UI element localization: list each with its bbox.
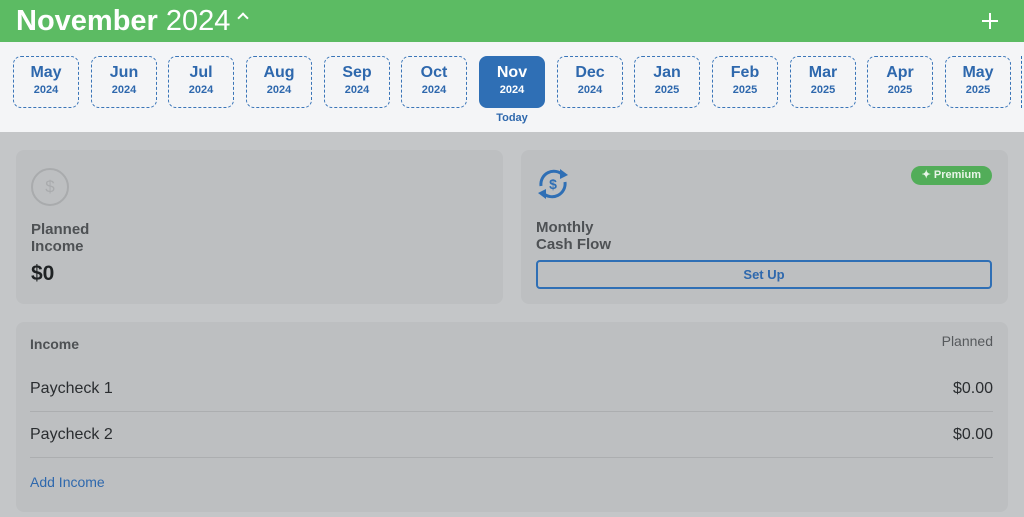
month-chip-name: Oct <box>420 64 448 81</box>
month-chip-mar-2025[interactable]: Mar 2025 <box>790 56 856 108</box>
month-chip-jul-2024[interactable]: Jul 2024 <box>168 56 234 108</box>
month-chip-year: 2024 <box>266 84 292 96</box>
month-chip-year: 2024 <box>421 84 447 96</box>
month-chip-year: 2024 <box>344 84 370 96</box>
month-chip-year: 2025 <box>810 84 836 96</box>
chevron-up-icon <box>237 12 250 24</box>
month-chip-year: 2024 <box>33 84 59 96</box>
month-chip-name: Jan <box>653 64 681 81</box>
cash-flow-label-line1: Monthly <box>536 219 594 236</box>
cash-flow-label-line2: Cash Flow <box>536 236 612 253</box>
month-chip-name: Mar <box>808 64 838 81</box>
premium-badge[interactable]: ✦ Premium <box>910 166 992 185</box>
month-chip-jun-2024[interactable]: Jun 2024 <box>91 56 157 108</box>
month-chip-name: May <box>30 64 62 81</box>
month-chip-jan-2025[interactable]: Jan 2025 <box>634 56 700 108</box>
today-label: Today <box>496 112 528 124</box>
month-chip-feb-2025[interactable]: Feb 2025 <box>712 56 778 108</box>
set-up-button[interactable]: Set Up <box>536 260 992 289</box>
month-chip-name: Sep <box>342 64 372 81</box>
planned-income-label-line1: Planned <box>31 221 90 238</box>
title-year: 2024 <box>165 5 231 37</box>
month-chip-partial-right[interactable] <box>1021 56 1023 108</box>
top-bar: November 2024 <box>0 0 1024 42</box>
title-month: November <box>16 5 158 37</box>
cash-flow-card: $ ✦ Premium Monthly Cash Flow Set Up <box>521 150 1008 304</box>
income-row-paycheck-2[interactable]: Paycheck 2 $0.00 <box>30 412 993 458</box>
dollar-circle-icon: $ <box>31 168 69 206</box>
month-selector: May 2024 Jun 2024 Jul 2024 Aug 2024 Sep … <box>0 42 1024 132</box>
month-chip-name: May <box>962 64 994 81</box>
income-row-paycheck-1[interactable]: Paycheck 1 $0.00 <box>30 366 993 412</box>
month-chip-year: 2024 <box>111 84 137 96</box>
month-chip-sep-2024[interactable]: Sep 2024 <box>324 56 390 108</box>
month-chip-name: Aug <box>263 64 295 81</box>
month-chip-year: 2025 <box>887 84 913 96</box>
month-chip-name: Apr <box>886 64 914 81</box>
month-chip-aug-2024[interactable]: Aug 2024 <box>246 56 312 108</box>
planned-income-value: $0 <box>31 262 55 285</box>
month-chip-year: 2025 <box>654 84 680 96</box>
cash-flow-cycle-icon: $ <box>538 169 568 199</box>
income-row-amount[interactable]: $0.00 <box>953 380 993 398</box>
month-chip-partial-left[interactable] <box>0 56 1 108</box>
planned-income-card[interactable]: $ Planned Income $0 <box>16 150 503 304</box>
cash-flow-label: Monthly Cash Flow <box>536 219 611 253</box>
plus-icon[interactable] <box>982 13 998 29</box>
income-list-title: Income <box>30 336 80 352</box>
planned-income-label-line2: Income <box>31 238 84 255</box>
month-chip-year: 2025 <box>732 84 758 96</box>
month-chip-year: 2025 <box>965 84 991 96</box>
income-row-name: Paycheck 2 <box>30 426 113 443</box>
month-chip-name: Feb <box>730 64 760 81</box>
month-chip-year: 2024 <box>499 84 525 96</box>
month-chip-nov-2024-selected[interactable]: Nov 2024 <box>479 56 545 108</box>
income-list-card: Income Planned Paycheck 1 $0.00 Paycheck… <box>16 322 1008 512</box>
income-row-amount[interactable]: $0.00 <box>953 426 993 444</box>
month-chip-name: Nov <box>496 64 528 81</box>
svg-text:$: $ <box>549 176 557 192</box>
month-chip-oct-2024[interactable]: Oct 2024 <box>401 56 467 108</box>
month-title[interactable]: November 2024 <box>16 4 250 38</box>
month-chip-may-2024[interactable]: May 2024 <box>13 56 79 108</box>
income-row-name: Paycheck 1 <box>30 380 113 397</box>
month-chip-year: 2024 <box>188 84 214 96</box>
month-chip-name: Dec <box>575 64 605 81</box>
planned-column-label: Planned <box>941 333 993 349</box>
month-chip-year: 2024 <box>577 84 603 96</box>
month-chip-may-2025[interactable]: May 2025 <box>945 56 1011 108</box>
month-chip-name: Jun <box>109 64 139 81</box>
add-income-link[interactable]: Add Income <box>30 474 105 490</box>
planned-income-label: Planned Income <box>31 221 89 255</box>
month-chip-dec-2024[interactable]: Dec 2024 <box>557 56 623 108</box>
month-chip-name: Jul <box>189 64 213 81</box>
month-chip-apr-2025[interactable]: Apr 2025 <box>867 56 933 108</box>
